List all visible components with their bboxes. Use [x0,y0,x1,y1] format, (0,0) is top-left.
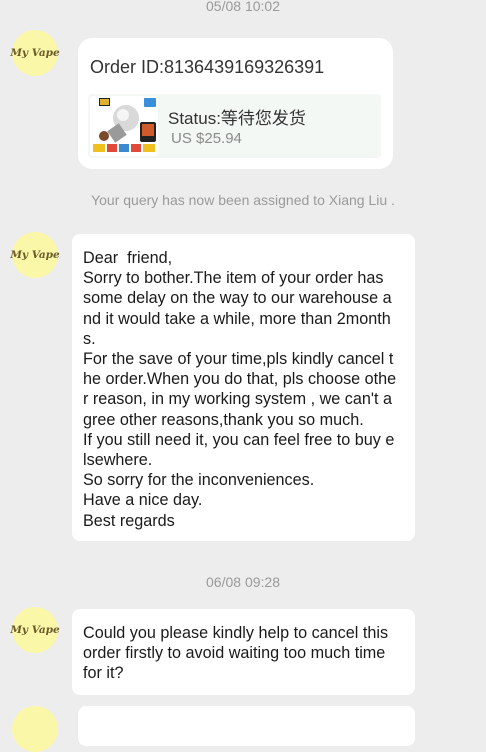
message-line: gree other reasons,thank you so much. [83,410,364,429]
message-line: Best regards [83,511,175,530]
order-status: Status:等待您发货 [168,109,306,128]
order-price: US $25.94 [171,130,242,147]
avatar-label: My Vape [10,624,60,636]
seller-avatar[interactable] [12,706,58,752]
message-line: If you still need it, you can feel free … [83,430,395,449]
product-thumbnail [90,96,158,156]
message-line: For the save of your time,pls kindly can… [83,350,394,369]
message-line: some delay on the way to our warehouse a [83,289,392,308]
avatar-label: My Vape [10,249,60,261]
seller-avatar[interactable]: My Vape [10,232,60,278]
assignment-notice: Your query has now been assigned to Xian… [91,192,395,208]
message-line: order firstly to avoid waiting too much … [83,644,386,663]
message-bubble[interactable] [78,706,415,746]
message-line: r reason, in my working system , we can'… [83,390,392,409]
message-line: So sorry for the inconveniences. [83,471,315,490]
message-line: Have a nice day. [83,491,203,510]
message-bubble[interactable]: Could you please kindly help to cancel t… [72,609,415,695]
message-line: nd it would take a while, more than 2mon… [83,309,391,328]
message-bubble[interactable]: Dear friend, Sorry to bother.The item of… [72,234,415,541]
message-line: lsewhere. [83,451,153,470]
order-id: Order ID:8136439169326391 [90,57,325,77]
message-line: s. [83,329,96,348]
order-product-summary[interactable]: Status:等待您发货 US $25.94 [88,94,381,158]
timestamp: 05/08 10:02 [206,0,280,14]
message-line: for it? [83,664,124,683]
message-line: Sorry to bother.The item of your order h… [83,269,384,288]
message-line: he order.When you do that, pls choose ot… [83,370,397,389]
seller-avatar[interactable]: My Vape [10,607,60,653]
message-line: Dear friend, [83,249,173,267]
seller-avatar[interactable]: My Vape [10,30,60,76]
message-line: Could you please kindly help to cancel t… [83,624,389,642]
avatar-label: My Vape [10,47,60,59]
order-card[interactable]: Order ID:8136439169326391 Status:等待您发货 U… [78,38,393,169]
timestamp: 06/08 09:28 [206,574,280,590]
